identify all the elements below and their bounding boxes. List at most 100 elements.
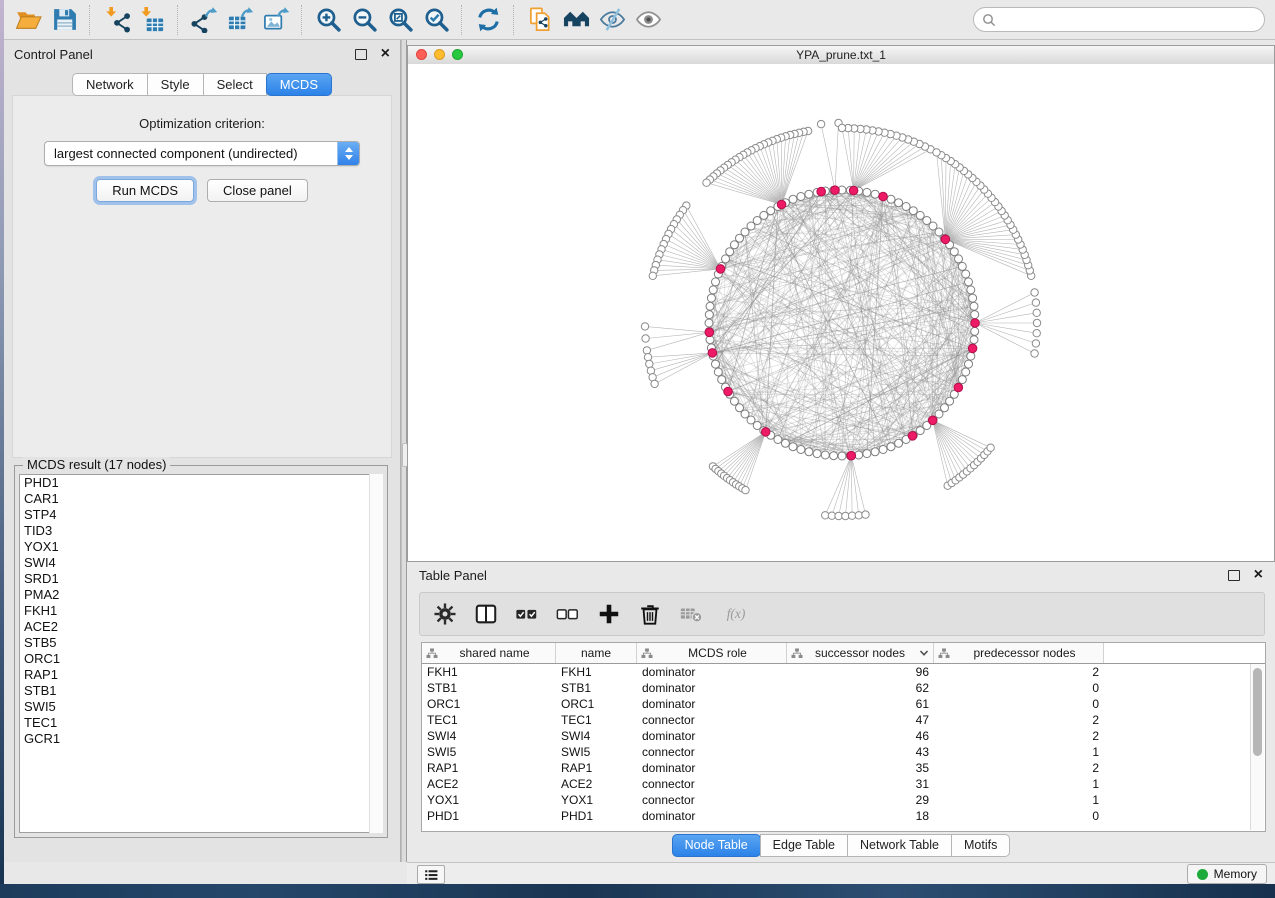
- column-header-predecessor-nodes[interactable]: predecessor nodes: [934, 643, 1104, 663]
- memory-button[interactable]: Memory: [1187, 864, 1267, 884]
- table-row[interactable]: ACE2ACE2connector311: [422, 776, 1265, 792]
- neighbors-icon: [563, 6, 590, 33]
- show-all-button[interactable]: [630, 4, 666, 36]
- minimize-window-icon[interactable]: [434, 49, 445, 60]
- result-node: PMA2: [20, 587, 382, 603]
- svg-text:f(x): f(x): [727, 606, 746, 621]
- hide-selected-button[interactable]: [594, 4, 630, 36]
- control-panel: Control Panel × NetworkStyleSelectMCDS O…: [4, 40, 401, 862]
- toolbar-separator: [461, 5, 463, 35]
- search-input[interactable]: [1001, 12, 1256, 28]
- select-all-columns-button[interactable]: [514, 601, 540, 627]
- split-columns-button[interactable]: [473, 601, 499, 627]
- column-header-MCDS-role[interactable]: MCDS role: [637, 643, 787, 663]
- table-row[interactable]: PHD1PHD1dominator180: [422, 808, 1265, 824]
- cell: 2: [934, 713, 1104, 727]
- export-image-button[interactable]: [258, 4, 294, 36]
- float-table-panel-icon[interactable]: [1228, 570, 1240, 581]
- network-canvas[interactable]: [408, 64, 1274, 561]
- zoom-in-button[interactable]: [310, 4, 346, 36]
- column-header-shared-name[interactable]: shared name: [422, 643, 556, 663]
- close-table-panel-icon[interactable]: ×: [1254, 570, 1263, 580]
- cell: FKH1: [556, 665, 637, 679]
- column-header-name[interactable]: name: [556, 643, 637, 663]
- table-row[interactable]: STB1STB1dominator620: [422, 680, 1265, 696]
- zoom-fit-button[interactable]: [382, 4, 418, 36]
- copy-style-button[interactable]: [522, 4, 558, 36]
- tab-network-table[interactable]: Network Table: [847, 834, 952, 857]
- float-window-icon[interactable]: [355, 49, 367, 60]
- task-history-button[interactable]: [417, 865, 445, 884]
- table-scrollbar-thumb[interactable]: [1253, 668, 1262, 756]
- tab-select[interactable]: Select: [203, 73, 267, 96]
- result-list-scrollbar[interactable]: [369, 474, 383, 833]
- cell: SWI5: [556, 745, 637, 759]
- export-network-icon: [191, 6, 218, 33]
- column-header-successor-nodes[interactable]: successor nodes: [787, 643, 934, 663]
- tab-network[interactable]: Network: [72, 73, 148, 96]
- apply-layout-button[interactable]: [470, 4, 506, 36]
- workspace-region: YPA_prune.txt_1 Table Panel × f(x) share…: [407, 40, 1275, 862]
- control-panel-header: Control Panel ×: [4, 40, 400, 68]
- plus-icon: [597, 602, 621, 626]
- cell: 96: [787, 665, 934, 679]
- delete-column-button[interactable]: [637, 601, 663, 627]
- tab-mcds[interactable]: MCDS: [266, 73, 332, 96]
- maximize-window-icon[interactable]: [452, 49, 463, 60]
- close-panel-button[interactable]: Close panel: [207, 179, 308, 202]
- zoom-selected-button[interactable]: [418, 4, 454, 36]
- trash-icon: [638, 602, 662, 626]
- result-node: ACE2: [20, 619, 382, 635]
- result-node: ORC1: [20, 651, 382, 667]
- cell: SWI4: [422, 729, 556, 743]
- table-row[interactable]: SWI5SWI5connector431: [422, 744, 1265, 760]
- export-network-button[interactable]: [186, 4, 222, 36]
- import-network-button[interactable]: [98, 4, 134, 36]
- desktop-background: [0, 884, 1275, 898]
- table-settings-button[interactable]: [432, 601, 458, 627]
- add-column-button[interactable]: [596, 601, 622, 627]
- cell: PHD1: [556, 809, 637, 823]
- table-row[interactable]: FKH1FKH1dominator962: [422, 664, 1265, 680]
- result-node: STB5: [20, 635, 382, 651]
- close-panel-icon[interactable]: ×: [381, 49, 390, 59]
- tab-node-table[interactable]: Node Table: [672, 834, 761, 857]
- eye-slash-icon: [599, 6, 626, 33]
- tab-style[interactable]: Style: [147, 73, 204, 96]
- deselect-all-columns-button[interactable]: [555, 601, 581, 627]
- run-mcds-button[interactable]: Run MCDS: [96, 179, 194, 202]
- table-row[interactable]: YOX1YOX1connector291: [422, 792, 1265, 808]
- chevron-down-icon[interactable]: [917, 649, 929, 657]
- import-table-button[interactable]: [134, 4, 170, 36]
- export-table-button[interactable]: [222, 4, 258, 36]
- first-neighbors-button[interactable]: [558, 4, 594, 36]
- cell: 0: [934, 697, 1104, 711]
- column-label: predecessor nodes: [950, 646, 1099, 660]
- open-file-button[interactable]: [10, 4, 46, 36]
- table-row[interactable]: TEC1TEC1connector472: [422, 712, 1265, 728]
- save-session-button[interactable]: [46, 4, 82, 36]
- table-scrollbar[interactable]: [1250, 664, 1264, 830]
- grid-x-icon: [679, 602, 703, 626]
- tab-motifs[interactable]: Motifs: [951, 834, 1010, 857]
- memory-status-icon: [1197, 869, 1208, 880]
- cell: FKH1: [422, 665, 556, 679]
- cell: connector: [637, 777, 787, 791]
- table-header-row: shared namenameMCDS rolesuccessor nodes p…: [422, 643, 1265, 664]
- close-window-icon[interactable]: [416, 49, 427, 60]
- table-body: FKH1FKH1dominator962STB1STB1dominator620…: [422, 664, 1265, 824]
- cell: RAP1: [422, 761, 556, 775]
- table-row[interactable]: RAP1RAP1dominator352: [422, 760, 1265, 776]
- mcds-result-list[interactable]: PHD1CAR1STP4TID3YOX1SWI4SRD1PMA2FKH1ACE2…: [19, 474, 383, 833]
- header-filler: [1104, 643, 1265, 663]
- tab-edge-table[interactable]: Edge Table: [760, 834, 848, 857]
- table-row[interactable]: SWI4SWI4dominator462: [422, 728, 1265, 744]
- zoom-selected-icon: [423, 6, 450, 33]
- cell: 1: [934, 745, 1104, 759]
- table-row[interactable]: ORC1ORC1dominator610: [422, 696, 1265, 712]
- result-node: RAP1: [20, 667, 382, 683]
- delete-table-button: [678, 601, 704, 627]
- zoom-out-button[interactable]: [346, 4, 382, 36]
- cell: ORC1: [422, 697, 556, 711]
- optimization-criterion-select[interactable]: largest connected component (undirected): [44, 141, 360, 166]
